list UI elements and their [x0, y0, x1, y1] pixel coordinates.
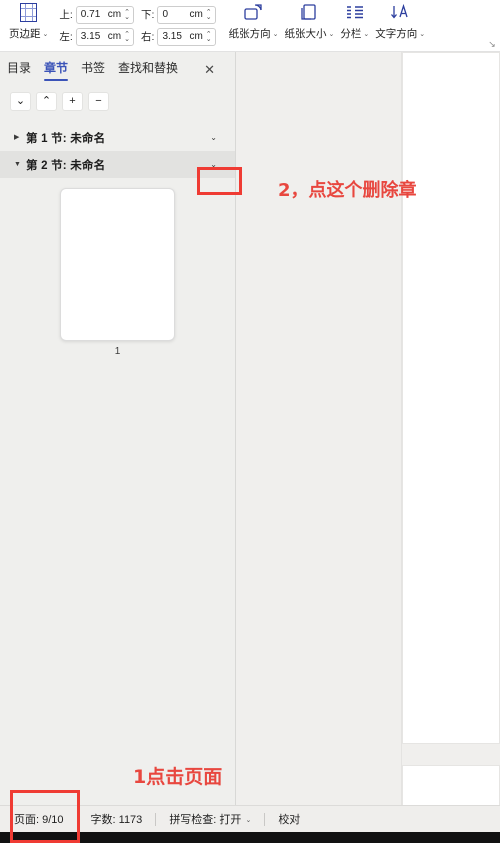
margin-fields-group-2: 下: 0 cm ⌃ ⌄ 右: 3.15 cm ⌃ ⌄ [137, 0, 219, 51]
margin-top-field[interactable]: 上: 0.71 cm ⌃ ⌄ [59, 4, 135, 26]
page-orientation-button[interactable]: 纸张方向 ⌄ [219, 0, 282, 51]
margin-bottom-stepper[interactable]: ⌃ ⌄ [206, 9, 213, 21]
collapse-triangle-icon[interactable]: ▼ [14, 161, 26, 168]
chevron-down-icon: ⌄ [419, 31, 426, 38]
margin-left-unit: cm [107, 31, 122, 42]
section-menu-chevron-icon[interactable]: ⌄ [210, 133, 229, 142]
tab-bookmarks[interactable]: 书签 [80, 57, 106, 81]
chevron-down-icon: ⌄ [42, 31, 49, 38]
page-margins-icon [20, 0, 38, 24]
annotation-step2-text: 2，点这个删除章 [278, 180, 417, 201]
move-up-button[interactable]: ⌃ [36, 92, 57, 111]
tab-contents[interactable]: 目录 [6, 57, 32, 81]
text-direction-button[interactable]: 文字方向 ⌄ [372, 0, 428, 51]
status-spell-check[interactable]: 拼写检查: 打开 ⌄ [156, 806, 264, 832]
canvas-gutter [236, 52, 402, 805]
tab-find-replace[interactable]: 查找和替换 [117, 57, 179, 81]
section-row-1[interactable]: ▶ 第 1 节: 未命名 ⌄ [0, 124, 235, 151]
annotation-highlight-page-count [10, 790, 80, 843]
add-section-button[interactable]: + [62, 92, 83, 111]
margin-bottom-field[interactable]: 下: 0 cm ⌃ ⌄ [141, 4, 216, 26]
margin-left-field[interactable]: 左: 3.15 cm ⌃ ⌄ [59, 26, 135, 48]
page-orientation-icon [243, 0, 265, 24]
document-page-1[interactable] [402, 52, 500, 744]
section-label-1: 第 1 节: 未命名 [26, 132, 106, 145]
text-direction-icon [389, 0, 411, 24]
page-thumbnail-area: 1 [0, 178, 235, 357]
status-spell-check-label: 拼写检查: 打开 [169, 814, 242, 826]
margin-top-stepper[interactable]: ⌃ ⌄ [124, 9, 131, 21]
margin-right-unit: cm [189, 31, 203, 42]
margin-bottom-unit: cm [189, 9, 203, 20]
navigation-panel: 目录 章节 书签 查找和替换 ✕ ⌄ ⌃ + − ▶ 第 1 节: 未命名 ⌄ … [0, 52, 236, 805]
expand-triangle-icon[interactable]: ▶ [14, 134, 26, 141]
page-size-icon [298, 0, 320, 24]
chevron-down-icon: ⌄ [272, 31, 279, 38]
ribbon-toolbar: 页边距 ⌄ 上: 0.71 cm ⌃ ⌄ 左: 3.15 cm ⌃ ⌄ 下: 0… [0, 0, 500, 52]
page-size-label: 纸张大小 [284, 28, 327, 40]
status-proofread[interactable]: 校对 [265, 806, 313, 832]
document-canvas[interactable] [236, 52, 500, 813]
margin-left-stepper[interactable]: ⌃ ⌄ [124, 31, 131, 43]
margin-left-label: 左: [59, 31, 73, 43]
section-toolbar: ⌄ ⌃ + − [0, 86, 235, 117]
margin-left-input[interactable]: 3.15 [81, 31, 103, 42]
margin-fields-group: 上: 0.71 cm ⌃ ⌄ 左: 3.15 cm ⌃ ⌄ [51, 0, 137, 51]
annotation-highlight-section-chevron [197, 167, 242, 195]
columns-icon [344, 0, 366, 24]
page-thumbnail-number: 1 [114, 346, 121, 357]
margin-top-input[interactable]: 0.71 [81, 9, 103, 20]
dialog-launcher-icon[interactable]: ↘ [487, 39, 497, 49]
navigation-tabs: 目录 章节 书签 查找和替换 ✕ [0, 52, 235, 86]
page-margins-button[interactable]: 页边距 ⌄ [6, 0, 51, 51]
margin-right-stepper[interactable]: ⌃ ⌄ [206, 31, 213, 43]
status-proofread-label: 校对 [278, 814, 301, 826]
status-word-count-label: 字数: 1173 [90, 814, 143, 826]
page-margins-label: 页边距 [9, 28, 41, 40]
page-thumbnail[interactable] [60, 188, 175, 341]
section-label-2: 第 2 节: 未命名 [26, 159, 106, 172]
annotation-step1-text: 1点击页面 [133, 766, 223, 788]
columns-label: 分栏 [340, 28, 362, 40]
chevron-down-icon: ⌄ [328, 31, 335, 38]
chevron-down-icon: ⌄ [363, 31, 370, 38]
chevron-down-icon[interactable]: ⌄ [245, 817, 251, 824]
close-icon[interactable]: ✕ [204, 63, 215, 76]
page-size-button[interactable]: 纸张大小 ⌄ [282, 0, 338, 51]
margin-top-label: 上: [59, 9, 73, 21]
margin-right-field[interactable]: 右: 3.15 cm ⌃ ⌄ [141, 26, 216, 48]
margin-right-label: 右: [141, 31, 155, 43]
status-word-count[interactable]: 字数: 1173 [78, 806, 156, 832]
tab-sections[interactable]: 章节 [43, 57, 69, 81]
margin-bottom-label: 下: [141, 9, 155, 21]
remove-section-button[interactable]: − [88, 92, 109, 111]
columns-button[interactable]: 分栏 ⌄ [337, 0, 372, 51]
move-down-button[interactable]: ⌄ [10, 92, 31, 111]
text-direction-label: 文字方向 [375, 28, 418, 40]
margin-top-unit: cm [107, 9, 122, 20]
margin-right-input[interactable]: 3.15 [162, 31, 184, 42]
page-orientation-label: 纸张方向 [228, 28, 271, 40]
margin-bottom-input[interactable]: 0 [162, 9, 184, 20]
